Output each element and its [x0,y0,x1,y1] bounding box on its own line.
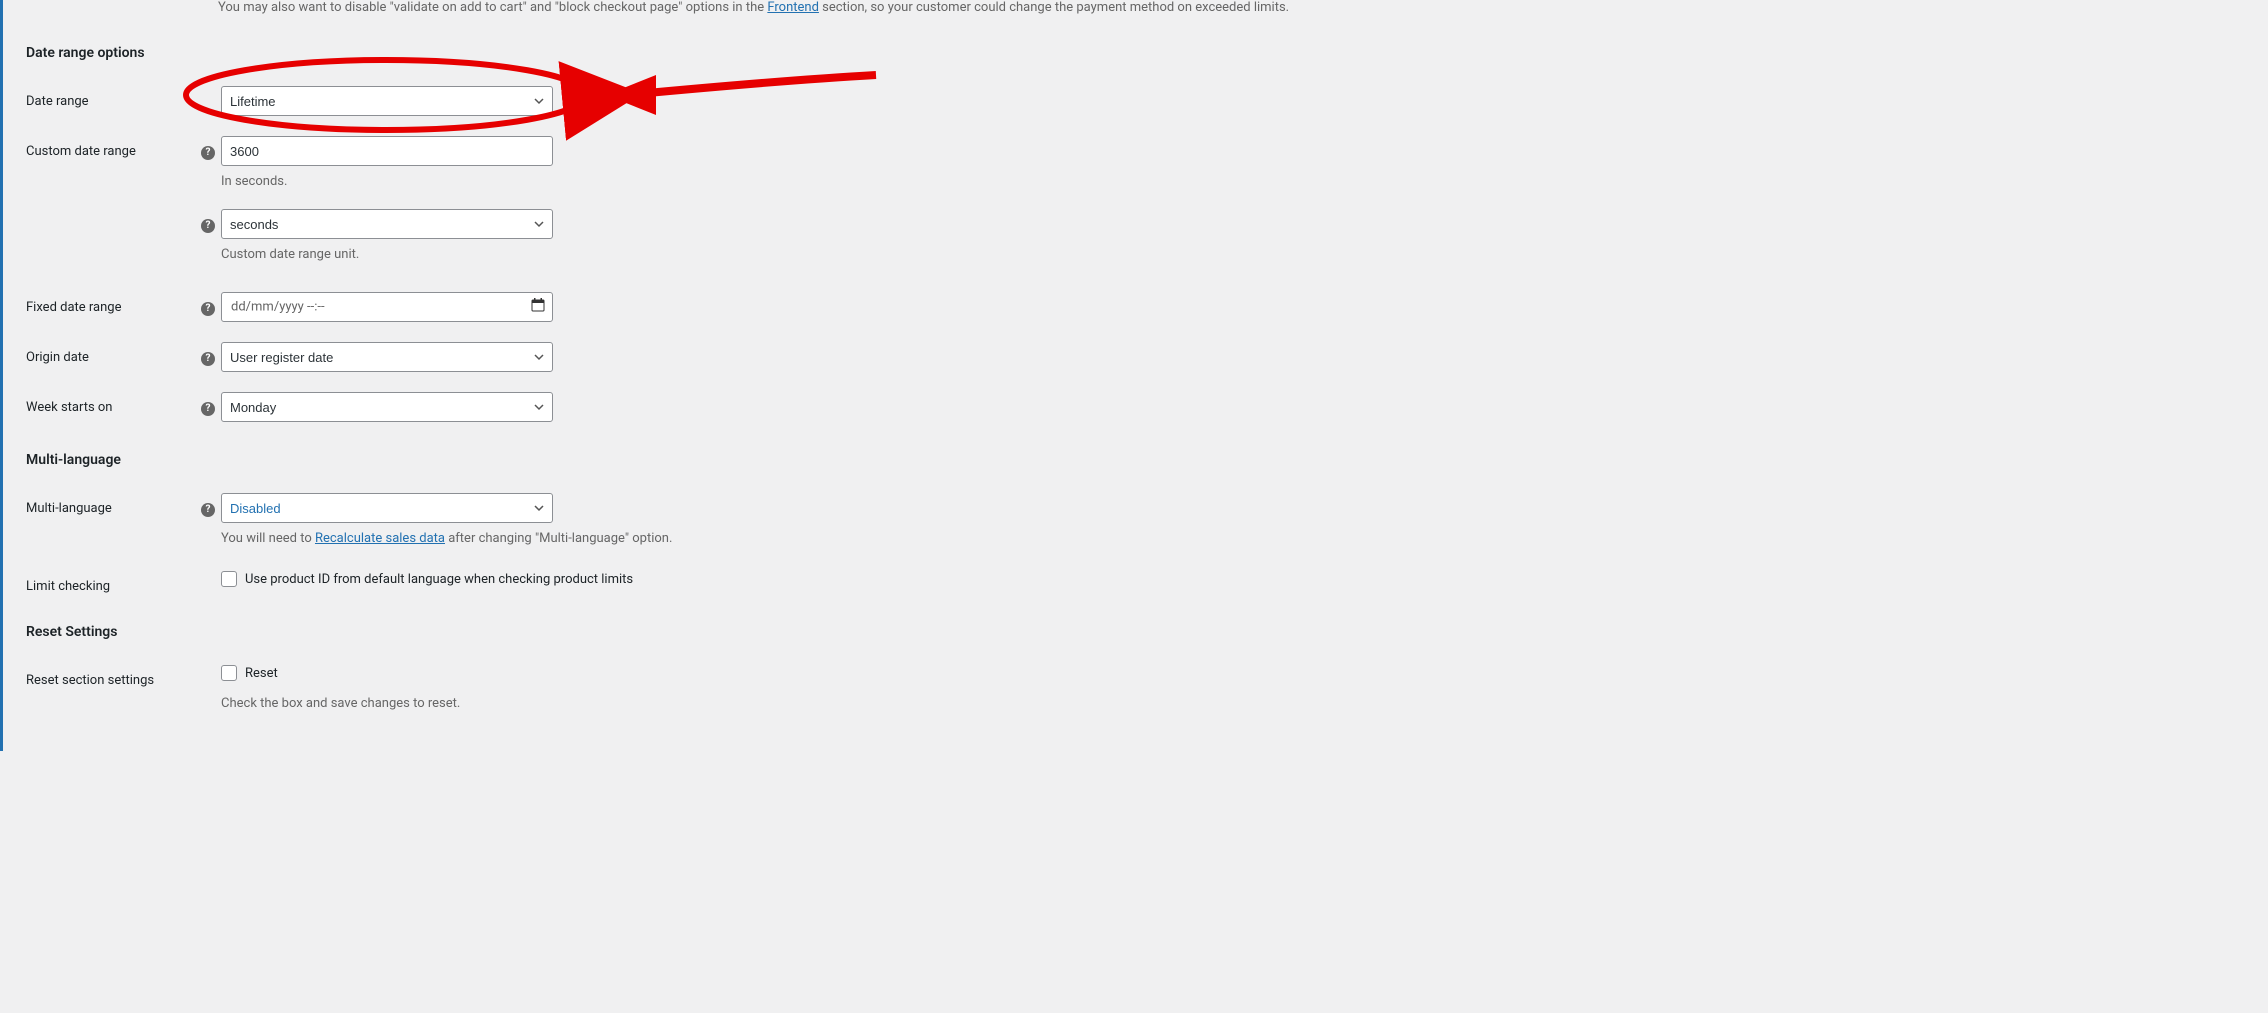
help-custom-date-range-unit: Custom date range unit. [221,247,2248,262]
help-icon[interactable]: ? [201,503,215,517]
label-limit-checking: Limit checking [26,571,201,594]
label-fixed-date-range: Fixed date range [26,292,201,315]
fixed-date-range-input[interactable] [221,292,553,322]
origin-date-select[interactable]: User register date [221,342,553,372]
label-date-range: Date range [26,86,201,109]
custom-date-range-input[interactable] [221,136,553,166]
section-title-reset-settings: Reset Settings [26,624,2248,640]
label-origin-date: Origin date [26,342,201,365]
multi-language-select-wrap[interactable]: Disabled [221,493,553,523]
date-range-select[interactable]: Lifetime [221,86,553,116]
limit-checking-checkbox[interactable] [221,571,237,587]
help-icon[interactable]: ? [201,402,215,416]
help-prefix: You will need to [221,531,315,546]
help-custom-date-range: In seconds. [221,174,2248,189]
label-reset-section-settings: Reset section settings [26,665,201,688]
limit-checking-label: Use product ID from default language whe… [245,572,633,587]
help-reset: Check the box and save changes to reset. [221,696,2248,711]
intro-text: You may also want to disable "validate o… [218,0,2248,15]
week-starts-on-select-wrap[interactable]: Monday [221,392,553,422]
help-suffix: after changing "Multi-language" option. [445,531,672,546]
help-icon[interactable]: ? [201,302,215,316]
help-icon[interactable]: ? [201,146,215,160]
section-title-multi-language: Multi-language [26,452,2248,468]
reset-label: Reset [245,666,278,681]
intro-prefix: You may also want to disable "validate o… [218,0,767,15]
help-multi-language: You will need to Recalculate sales data … [221,531,2248,546]
week-starts-on-select[interactable]: Monday [221,392,553,422]
custom-date-range-unit-select-wrap[interactable]: seconds [221,209,553,239]
date-range-select-wrap[interactable]: Lifetime [221,86,553,116]
recalculate-link[interactable]: Recalculate sales data [315,531,445,546]
label-multi-language: Multi-language [26,493,201,516]
origin-date-select-wrap[interactable]: User register date [221,342,553,372]
help-icon[interactable]: ? [201,219,215,233]
custom-date-range-unit-select[interactable]: seconds [221,209,553,239]
frontend-link[interactable]: Frontend [767,0,819,15]
reset-checkbox[interactable] [221,665,237,681]
section-title-date-range-options: Date range options [26,45,2248,61]
multi-language-select[interactable]: Disabled [221,493,553,523]
help-icon[interactable]: ? [201,352,215,366]
label-custom-date-range: Custom date range [26,136,201,159]
intro-suffix: section, so your customer could change t… [819,0,1289,15]
label-week-starts-on: Week starts on [26,392,201,415]
